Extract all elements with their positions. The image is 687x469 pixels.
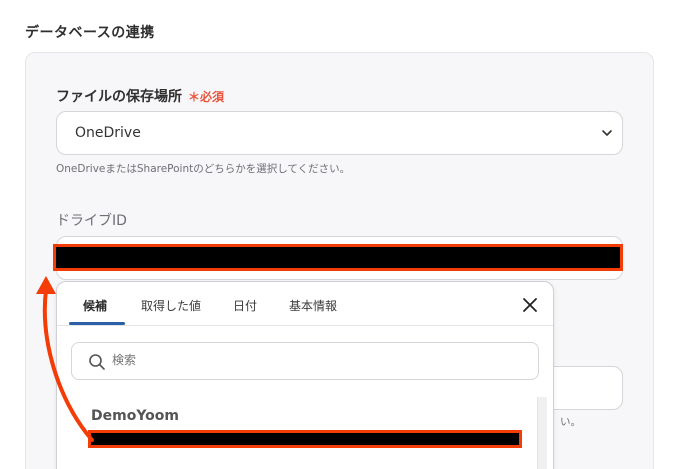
tab-retrieved-values[interactable]: 取得した値 bbox=[141, 297, 201, 314]
required-badge: ＊必須 bbox=[188, 90, 225, 104]
close-icon[interactable] bbox=[521, 296, 539, 314]
tab-date[interactable]: 日付 bbox=[233, 297, 257, 314]
popup-tabs: 候補 取得した値 日付 基本情報 bbox=[57, 282, 553, 326]
storage-label: ファイルの保存場所 ＊必須 bbox=[56, 86, 224, 106]
tab-basic-info[interactable]: 基本情報 bbox=[289, 297, 337, 314]
search-box[interactable] bbox=[71, 342, 539, 380]
tab-candidates[interactable]: 候補 bbox=[83, 297, 107, 314]
search-input[interactable] bbox=[112, 353, 512, 367]
storage-label-text: ファイルの保存場所 bbox=[56, 89, 182, 105]
storage-select[interactable]: OneDrive bbox=[56, 111, 623, 155]
storage-hint: OneDriveまたはSharePointのどちらかを選択してください。 bbox=[56, 163, 351, 175]
section-title: データベースの連携 bbox=[25, 25, 155, 41]
storage-select-value: OneDrive bbox=[75, 125, 141, 141]
background-hint: い。 bbox=[560, 416, 581, 428]
candidate-group-label: DemoYoom bbox=[91, 408, 179, 424]
search-icon bbox=[89, 354, 105, 370]
redacted-drive-id bbox=[53, 244, 623, 271]
active-tab-indicator bbox=[69, 322, 125, 325]
redacted-candidate-item[interactable] bbox=[88, 430, 522, 448]
drive-id-label: ドライブID bbox=[56, 213, 127, 229]
popup-scrollbar[interactable] bbox=[537, 397, 547, 469]
chevron-down-icon bbox=[602, 130, 612, 136]
value-picker-popup: 候補 取得した値 日付 基本情報 DemoYoom bbox=[56, 281, 554, 469]
